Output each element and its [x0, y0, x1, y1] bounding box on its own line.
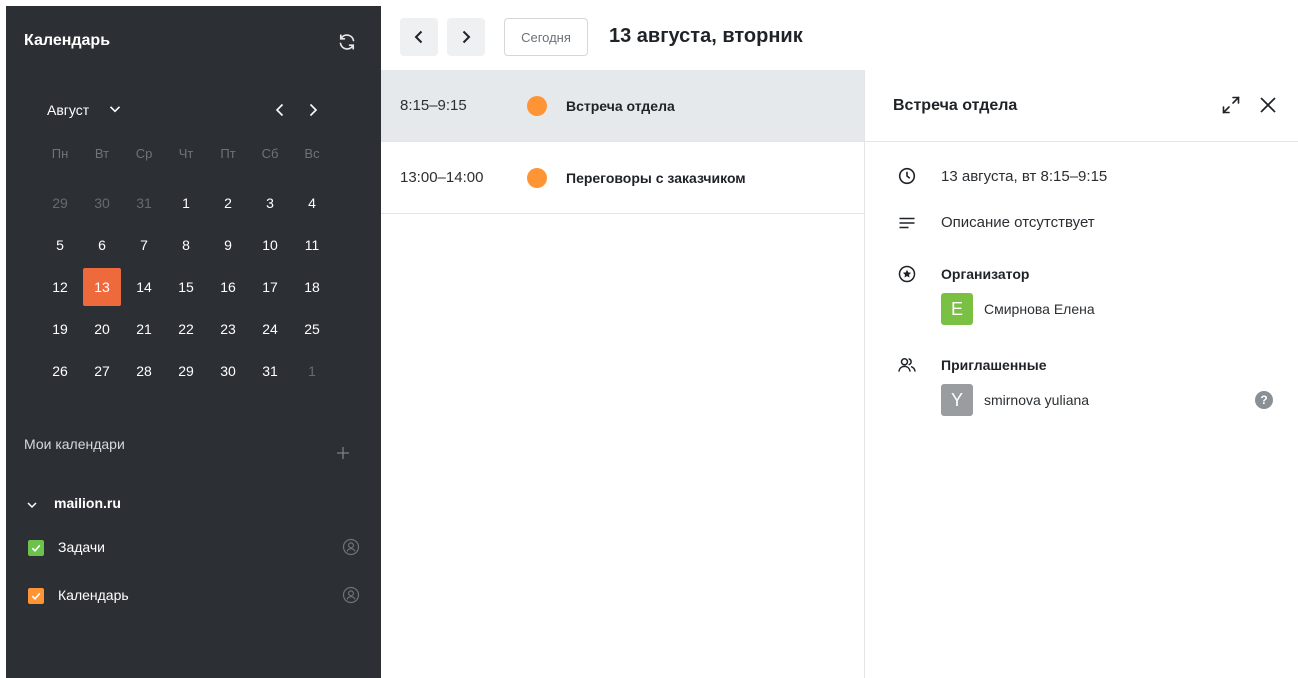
calendar-day[interactable]: 7 [123, 224, 165, 266]
calendar-day[interactable]: 17 [249, 266, 291, 308]
calendar-item-label: Календарь [58, 587, 129, 603]
mini-calendar-grid: Пн Вт Ср Чт Пт Сб Вс 29 30 31 1 2 3 4 5 6 7 8 9 10 11 12 13 14 1… [39, 140, 333, 392]
calendar-day[interactable]: 11 [291, 224, 333, 266]
sidebar-title: Календарь [24, 32, 111, 49]
calendar-day[interactable]: 28 [123, 350, 165, 392]
calendar-day[interactable]: 15 [165, 266, 207, 308]
calendar-day[interactable]: 8 [165, 224, 207, 266]
invitee: Y smirnova yuliana ? [941, 384, 1281, 416]
calendar-day[interactable]: 29 [39, 182, 81, 224]
calendar-day[interactable]: 27 [81, 350, 123, 392]
weekday-label: Пт [220, 146, 236, 161]
calendar-day[interactable]: 29 [165, 350, 207, 392]
calendar-day[interactable]: 26 [39, 350, 81, 392]
weekday-label: Чт [178, 146, 194, 161]
mini-calendar-header: Август [6, 98, 381, 124]
mini-calendar-prev-button[interactable] [271, 100, 289, 120]
my-calendars-label: Мои календари [24, 436, 125, 452]
next-day-button[interactable] [447, 18, 485, 56]
weekday-label: Сб [261, 146, 279, 161]
weekday-label: Вс [304, 146, 320, 161]
calendar-item-tasks[interactable]: Задачи [24, 536, 364, 560]
calendar-day-today[interactable]: 13 [81, 266, 123, 308]
calendar-day[interactable]: 10 [249, 224, 291, 266]
prev-day-button[interactable] [400, 18, 438, 56]
user-share-icon[interactable] [342, 586, 360, 604]
page-title: 13 августа, вторник [609, 25, 803, 47]
clock-icon [897, 166, 917, 186]
main-toolbar: Сегодня 13 августа, вторник [381, 6, 1298, 70]
calendar-day[interactable]: 16 [207, 266, 249, 308]
calendar-day[interactable]: 9 [207, 224, 249, 266]
calendar-day[interactable]: 12 [39, 266, 81, 308]
organizer: E Смирнова Елена [941, 293, 1281, 325]
detail-header: Встреча отдела [865, 70, 1298, 142]
event-list: 8:15–9:15 Встреча отдела 13:00–14:00 Пер… [381, 70, 864, 678]
mini-calendar-next-button[interactable] [304, 100, 322, 120]
calendar-day[interactable]: 18 [291, 266, 333, 308]
event-row[interactable]: 8:15–9:15 Встреча отдела [381, 70, 864, 142]
calendar-day[interactable]: 21 [123, 308, 165, 350]
invited-label: Приглашенные [941, 357, 1047, 373]
expand-icon[interactable] [1220, 94, 1242, 116]
chevron-down-icon[interactable] [108, 102, 122, 116]
help-icon[interactable]: ? [1255, 391, 1273, 409]
avatar: E [941, 293, 973, 325]
event-row[interactable]: 13:00–14:00 Переговоры с заказчиком [381, 142, 864, 214]
calendar-day[interactable]: 30 [207, 350, 249, 392]
calendar-day[interactable]: 1 [165, 182, 207, 224]
event-description: Описание отсутствует [941, 214, 1095, 231]
event-color-dot [527, 168, 547, 188]
organizer-name: Смирнова Елена [984, 301, 1095, 317]
users-icon [897, 355, 917, 375]
organizer-label: Организатор [941, 266, 1030, 282]
weekday-label: Ср [135, 146, 153, 161]
sidebar: Календарь Август Пн Вт Ср Чт Пт Сб Вс 29 30 31 1 2 3… [6, 6, 381, 678]
add-calendar-icon[interactable] [334, 444, 352, 462]
calendar-day[interactable]: 23 [207, 308, 249, 350]
event-title: Встреча отдела [566, 98, 675, 114]
calendar-day[interactable]: 25 [291, 308, 333, 350]
calendar-day[interactable]: 3 [249, 182, 291, 224]
calendar-day[interactable]: 14 [123, 266, 165, 308]
event-time: 8:15–9:15 [400, 97, 467, 114]
description-icon [897, 213, 917, 233]
calendar-day[interactable]: 31 [249, 350, 291, 392]
calendar-day[interactable]: 4 [291, 182, 333, 224]
weekday-label: Вт [94, 146, 110, 161]
month-label[interactable]: Август [47, 102, 89, 118]
user-share-icon[interactable] [342, 538, 360, 556]
today-button[interactable]: Сегодня [504, 18, 588, 56]
close-icon[interactable] [1258, 95, 1278, 115]
calendar-item-calendar[interactable]: Календарь [24, 584, 364, 608]
refresh-icon[interactable] [336, 31, 358, 53]
calendar-day[interactable]: 30 [81, 182, 123, 224]
calendar-checkbox[interactable] [28, 588, 44, 604]
calendar-group-label: mailion.ru [54, 495, 121, 511]
calendar-checkbox[interactable] [28, 540, 44, 556]
calendar-day[interactable]: 2 [207, 182, 249, 224]
calendar-day[interactable]: 24 [249, 308, 291, 350]
calendar-day[interactable]: 31 [123, 182, 165, 224]
detail-title: Встреча отдела [893, 97, 1018, 114]
calendar-day[interactable]: 1 [291, 350, 333, 392]
calendar-day[interactable]: 6 [81, 224, 123, 266]
sidebar-header: Календарь [6, 6, 381, 66]
calendar-day[interactable]: 20 [81, 308, 123, 350]
calendar-day[interactable]: 5 [39, 224, 81, 266]
chevron-down-icon [26, 499, 38, 511]
event-title: Переговоры с заказчиком [566, 170, 746, 186]
event-datetime: 13 августа, вт 8:15–9:15 [941, 168, 1108, 185]
calendar-item-label: Задачи [58, 539, 106, 555]
organizer-star-icon [897, 264, 917, 284]
calendar-day[interactable]: 19 [39, 308, 81, 350]
event-time: 13:00–14:00 [400, 169, 484, 186]
calendar-day[interactable]: 22 [165, 308, 207, 350]
weekday-label: Пн [51, 146, 69, 161]
calendar-group-toggle[interactable]: mailion.ru [24, 494, 364, 516]
event-detail-panel: Встреча отдела 13 августа, вт 8:15–9:15 … [865, 70, 1298, 678]
avatar: Y [941, 384, 973, 416]
event-color-dot [527, 96, 547, 116]
invitee-name: smirnova yuliana [984, 392, 1090, 408]
